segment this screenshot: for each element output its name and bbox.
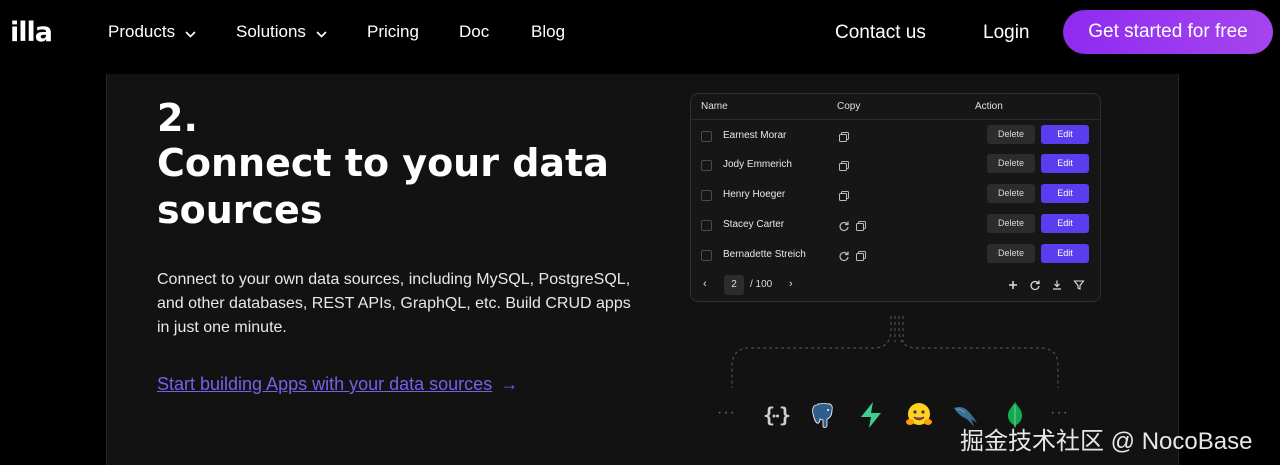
row-checkbox[interactable] xyxy=(701,160,712,171)
nav-products-label: Products xyxy=(108,22,176,41)
column-header-action: Action xyxy=(975,101,1003,112)
chevron-left-icon[interactable]: ‹ xyxy=(703,278,707,290)
table-header: Name Copy Action xyxy=(691,94,1100,120)
start-building-link[interactable]: Start building Apps with your data sourc… xyxy=(157,372,518,396)
copy-icon[interactable] xyxy=(855,249,867,261)
row-name: Jody Emmerich xyxy=(723,159,792,170)
chevron-down-icon xyxy=(185,22,196,44)
column-header-copy: Copy xyxy=(837,101,861,112)
copy-icon[interactable] xyxy=(838,159,850,171)
nav-solutions[interactable]: Solutions xyxy=(236,21,327,44)
row-checkbox[interactable] xyxy=(701,190,712,201)
filter-icon[interactable] xyxy=(1073,278,1085,290)
illa-logo[interactable]: illa xyxy=(10,18,53,48)
download-icon[interactable] xyxy=(1051,278,1063,290)
column-header-name: Name xyxy=(701,101,728,112)
copy-icon[interactable] xyxy=(838,130,850,142)
copy-icon[interactable] xyxy=(855,219,867,231)
nav-solutions-label: Solutions xyxy=(236,22,306,41)
row-name: Bernadette Streich xyxy=(723,249,806,260)
supabase-icon xyxy=(856,400,886,430)
chevron-down-icon xyxy=(316,22,327,44)
huggingface-icon xyxy=(904,400,934,430)
start-building-label: Start building Apps with your data sourc… xyxy=(157,374,493,394)
nav-pricing[interactable]: Pricing xyxy=(367,21,419,43)
edit-button[interactable]: Edit xyxy=(1041,214,1089,233)
edit-button[interactable]: Edit xyxy=(1041,154,1089,173)
section-description: Connect to your own data sources, includ… xyxy=(157,271,631,336)
nav-products[interactable]: Products xyxy=(108,21,196,44)
row-name: Earnest Morar xyxy=(723,130,787,141)
page-number-input[interactable]: 2 xyxy=(724,275,744,295)
table-pagination: ‹ 2 / 100 › xyxy=(691,274,1100,298)
table-row: Bernadette Streich Delete Edit xyxy=(691,240,1100,270)
plus-icon[interactable] xyxy=(1007,278,1019,290)
delete-button[interactable]: Delete xyxy=(987,154,1035,173)
rest-api-icon: {} xyxy=(762,400,792,430)
top-nav: illa Products Solutions Pricing Doc Blog… xyxy=(0,0,1280,64)
row-checkbox[interactable] xyxy=(701,131,712,142)
refresh-icon[interactable] xyxy=(838,249,850,262)
refresh-icon[interactable] xyxy=(838,219,850,232)
arrow-right-icon: → xyxy=(500,374,519,394)
table-preview: Name Copy Action Earnest Morar Delete Ed… xyxy=(690,93,1101,302)
nav-blog[interactable]: Blog xyxy=(531,21,565,43)
contact-us-link[interactable]: Contact us xyxy=(835,21,926,45)
get-started-button[interactable]: Get started for free xyxy=(1063,10,1273,54)
refresh-icon[interactable] xyxy=(1029,278,1041,291)
watermark: 掘金技术社区 @ NocoBase xyxy=(960,428,1253,455)
delete-button[interactable]: Delete xyxy=(987,244,1035,263)
svg-text:}: } xyxy=(779,403,791,427)
table-row: Earnest Morar Delete Edit xyxy=(691,121,1100,151)
step-number: 2. xyxy=(157,96,198,140)
row-name: Stacey Carter xyxy=(723,219,785,230)
edit-button[interactable]: Edit xyxy=(1041,244,1089,263)
nav-doc[interactable]: Doc xyxy=(459,21,489,43)
login-link[interactable]: Login xyxy=(983,21,1030,45)
page-total: / 100 xyxy=(750,279,773,290)
row-checkbox[interactable] xyxy=(701,220,712,231)
delete-button[interactable]: Delete xyxy=(987,184,1035,203)
delete-button[interactable]: Delete xyxy=(987,125,1035,144)
chevron-right-icon[interactable]: › xyxy=(789,278,793,290)
row-checkbox[interactable] xyxy=(701,250,712,261)
more-dots-icon: ··· xyxy=(1050,404,1069,421)
connector-lines xyxy=(731,316,1059,388)
table-row: Stacey Carter Delete Edit xyxy=(691,210,1100,240)
section-headline: Connect to your data sources xyxy=(157,141,609,232)
table-row: Henry Hoeger Delete Edit xyxy=(691,180,1100,210)
row-name: Henry Hoeger xyxy=(723,189,786,200)
copy-icon[interactable] xyxy=(838,189,850,201)
edit-button[interactable]: Edit xyxy=(1041,125,1089,144)
edit-button[interactable]: Edit xyxy=(1041,184,1089,203)
postgresql-icon xyxy=(809,400,839,430)
more-dots-icon: ··· xyxy=(717,404,736,421)
delete-button[interactable]: Delete xyxy=(987,214,1035,233)
table-row: Jody Emmerich Delete Edit xyxy=(691,150,1100,180)
